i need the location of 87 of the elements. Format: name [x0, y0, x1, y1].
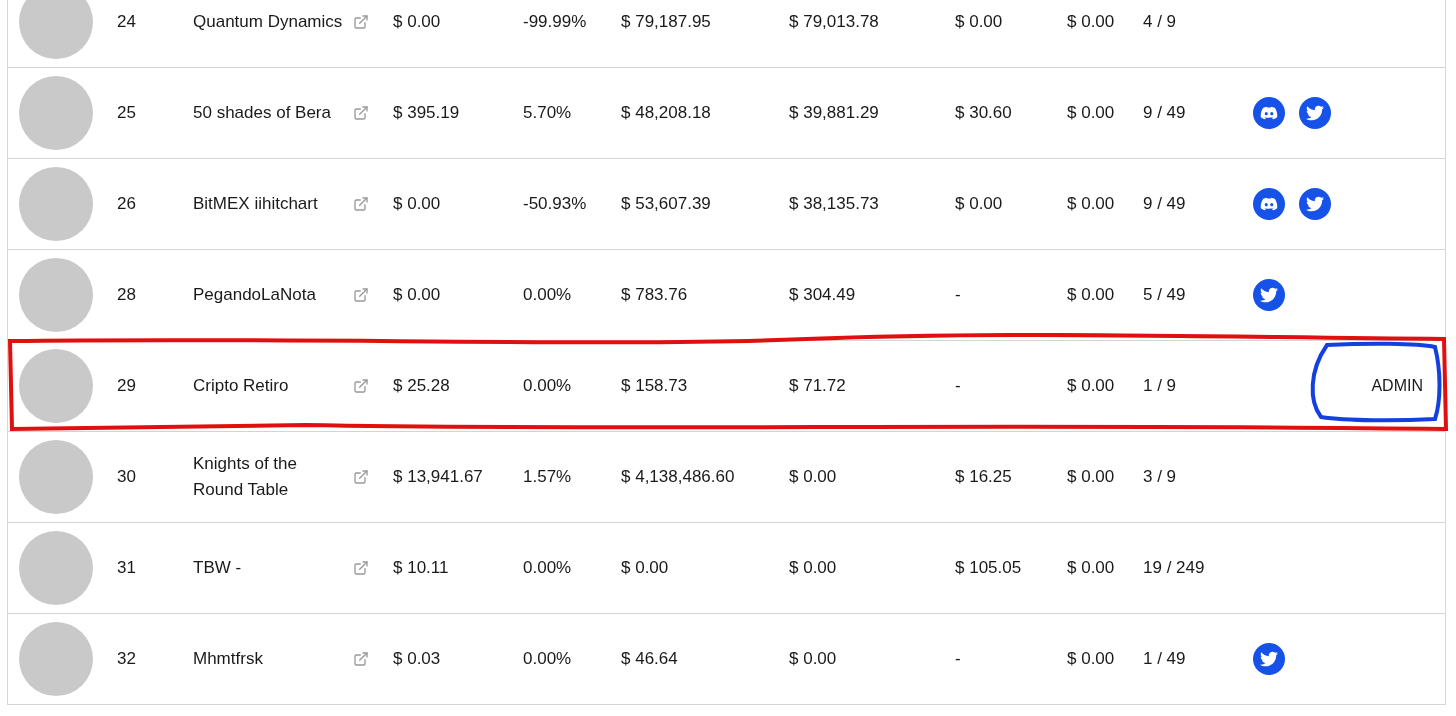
admin-label: ADMIN: [1371, 377, 1423, 395]
team-name: BitMEX iihitchart: [193, 193, 319, 215]
rank-text: 26: [117, 194, 137, 214]
rank-text: 32: [117, 649, 137, 669]
bird-icon[interactable]: [1253, 643, 1285, 675]
table-cell-text: $ 304.49: [789, 285, 857, 305]
table-cell-text: $ 105.05: [955, 558, 1023, 578]
team-name: PegandoLaNota: [193, 284, 317, 306]
bird-icon[interactable]: [1299, 97, 1331, 129]
table-cell-text: 0.00%: [523, 558, 573, 578]
external-link-icon[interactable]: [353, 196, 369, 212]
table-cell-text: $ 38,135.73: [789, 194, 880, 214]
bird-icon[interactable]: [1299, 188, 1331, 220]
rank-text: 29: [117, 376, 137, 396]
table-cell-text: 3 / 9: [1143, 467, 1178, 487]
table-cell-text: $ 0.00: [955, 194, 1004, 214]
table-cell-text: $ 0.00: [1067, 649, 1116, 669]
external-link-icon[interactable]: [353, 287, 369, 303]
table-cell-text: $ 0.00: [621, 558, 670, 578]
rank-text: 30: [117, 467, 137, 487]
external-link-icon[interactable]: [353, 469, 369, 485]
table-cell-text: 1.57%: [523, 467, 573, 487]
table-cell-text: $ 0.00: [1067, 376, 1116, 396]
table-cell-text: 0.00%: [523, 285, 573, 305]
table-cell-text: $ 25.28: [393, 376, 451, 396]
table-cell-text: $ 783.76: [621, 285, 689, 305]
table-cell-text: $ 53,607.39: [621, 194, 712, 214]
table-cell-text: $ 0.00: [1067, 467, 1116, 487]
table-cell-text: $ 13,941.67: [393, 467, 484, 487]
table-cell-text: $ 79,013.78: [789, 12, 880, 32]
table-cell-text: $ 0.00: [789, 558, 838, 578]
table-cell-text: 0.00%: [523, 376, 573, 396]
table-cell-text: $ 0.00: [1067, 103, 1116, 123]
external-link-icon[interactable]: [353, 14, 369, 30]
table-cell-text: $ 71.72: [789, 376, 847, 396]
team-name: TBW -: [193, 557, 243, 579]
table-cell-text: 19 / 249: [1143, 558, 1206, 578]
external-link-icon[interactable]: [353, 378, 369, 394]
table-cell-text: -: [955, 285, 962, 305]
table-cell-text: $ 30.60: [955, 103, 1013, 123]
table-cell-text: $ 48,208.18: [621, 103, 712, 123]
table-cell-text: $ 0.03: [393, 649, 442, 669]
table-cell-text: $ 46.64: [621, 649, 679, 669]
table-cell-text: 4 / 9: [1143, 12, 1178, 32]
table-cell-text: 9 / 49: [1143, 194, 1187, 214]
team-name: Quantum Dynamics: [193, 11, 344, 33]
table-cell-text: $ 39,881.29: [789, 103, 880, 123]
controller-icon[interactable]: [1253, 97, 1285, 129]
table-cell-text: -: [955, 376, 962, 396]
team-name: 50 shades of Bera: [193, 102, 332, 124]
table-cell-text: $ 0.00: [1067, 194, 1116, 214]
table-cell-text: $ 16.25: [955, 467, 1013, 487]
table-cell-text: $ 4,138,486.60: [621, 467, 736, 487]
rank-text: 25: [117, 103, 137, 123]
table-cell-text: 1 / 49: [1143, 649, 1187, 669]
rank-text: 31: [117, 558, 137, 578]
rank-text: 28: [117, 285, 137, 305]
table-cell-text: 5 / 49: [1143, 285, 1187, 305]
external-link-icon[interactable]: [353, 560, 369, 576]
bird-icon[interactable]: [1253, 279, 1285, 311]
table-cell-text: $ 0.00: [393, 12, 442, 32]
table-cell-text: $ 0.00: [1067, 285, 1116, 305]
table-cell-text: $ 0.00: [789, 467, 838, 487]
team-name: Knights of the Round Table: [193, 453, 298, 501]
table-cell-text: $ 0.00: [955, 12, 1004, 32]
external-link-icon[interactable]: [353, 105, 369, 121]
table-cell-text: $ 0.00: [789, 649, 838, 669]
table-cell-text: -99.99%: [523, 12, 588, 32]
table-cell-text: 5.70%: [523, 103, 573, 123]
table-cell-text: -: [955, 649, 962, 669]
rank-text: 24: [117, 12, 137, 32]
table-cell-text: $ 0.00: [393, 194, 442, 214]
table-cell-text: $ 0.00: [393, 285, 442, 305]
table-cell-text: -50.93%: [523, 194, 588, 214]
table-cell-text: 9 / 49: [1143, 103, 1187, 123]
table-cell-text: $ 395.19: [393, 103, 461, 123]
table-cell-text: $ 0.00: [1067, 558, 1116, 578]
table-cell-text: $ 158.73: [621, 376, 689, 396]
table-cell-text: $ 79,187.95: [621, 12, 712, 32]
team-name: Cripto Retiro: [193, 375, 290, 397]
table-cell-text: 0.00%: [523, 649, 573, 669]
table-cell-text: $ 0.00: [1067, 12, 1116, 32]
controller-icon[interactable]: [1253, 188, 1285, 220]
table-cell-text: $ 10.11: [393, 558, 450, 578]
team-name: Mhmtfrsk: [193, 648, 264, 670]
external-link-icon[interactable]: [353, 651, 369, 667]
table-cell-text: 1 / 9: [1143, 376, 1178, 396]
